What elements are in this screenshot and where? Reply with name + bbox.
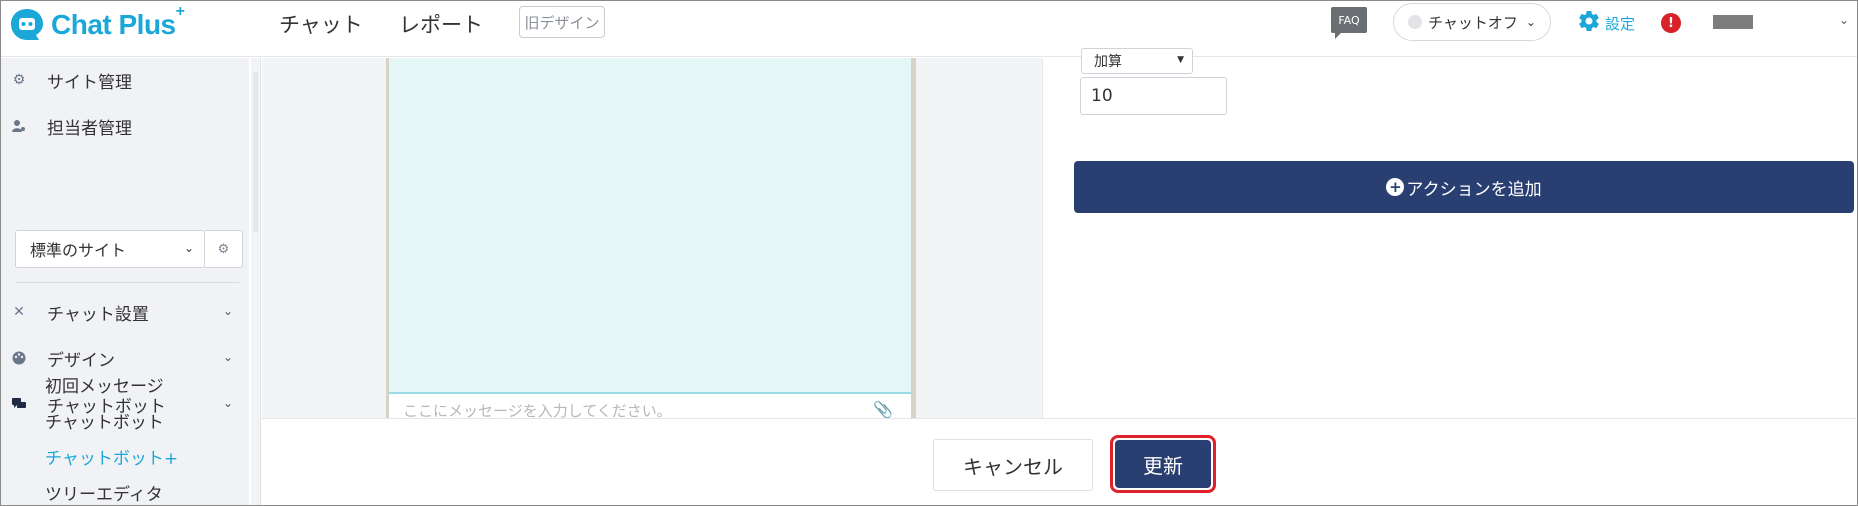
chevron-down-icon: ▼ bbox=[1177, 55, 1184, 65]
user-name-redacted[interactable] bbox=[1713, 15, 1753, 29]
sidebar-scrollbar[interactable] bbox=[251, 58, 261, 505]
sidebar-subitem-chatbot-plus[interactable]: チャットボット+ bbox=[45, 444, 178, 469]
sidebar-item-label: デザイン bbox=[47, 350, 115, 371]
sidebar-item-staff-management[interactable]: 担当者管理 bbox=[1, 108, 249, 144]
update-button[interactable]: 更新 bbox=[1115, 440, 1211, 488]
chat-preview-window: ここにメッセージを入力してください。 📎 bbox=[386, 58, 916, 422]
sidebar-item-site-management[interactable]: ⚙ サイト管理 bbox=[1, 62, 249, 98]
chevron-down-icon: ⌄ bbox=[1525, 15, 1536, 29]
logo-text: Chat Plus+ bbox=[51, 3, 185, 40]
palette-icon bbox=[11, 350, 27, 366]
chevron-down-icon[interactable]: ⌄ bbox=[1839, 13, 1849, 27]
top-header: Chat Plus+ チャット レポート 旧デザイン FAQ チャットオフ ⌄ … bbox=[1, 1, 1857, 57]
add-action-label: アクションを追加 bbox=[1406, 179, 1542, 200]
user-gear-icon bbox=[11, 118, 27, 134]
alert-icon[interactable]: ! bbox=[1661, 13, 1681, 33]
gear-icon bbox=[1577, 9, 1601, 37]
chevron-down-icon: ⌄ bbox=[222, 304, 233, 318]
chatplus-logo-icon bbox=[9, 7, 45, 43]
sidebar-subitem-first-message[interactable]: 初回メッセージ bbox=[45, 372, 164, 397]
sidebar-subitem-chatbot[interactable]: チャットボット bbox=[45, 408, 164, 433]
value-input[interactable]: 10 bbox=[1080, 77, 1227, 115]
tools-icon: ✕ bbox=[13, 304, 25, 320]
chat-status-label: チャットオフ bbox=[1428, 13, 1518, 32]
nav-chat[interactable]: チャット bbox=[279, 9, 363, 39]
settings-label: 設定 bbox=[1605, 14, 1636, 33]
sidebar-item-label: 担当者管理 bbox=[47, 118, 132, 139]
site-settings-gear-icon[interactable]: ⚙ bbox=[205, 230, 243, 268]
scrollbar-thumb[interactable] bbox=[253, 72, 258, 232]
sidebar-item-label: サイト管理 bbox=[47, 72, 132, 93]
sidebar-divider bbox=[15, 282, 239, 283]
chevron-down-icon: ⌄ bbox=[222, 350, 233, 364]
preview-area: ここにメッセージを入力してください。 📎 bbox=[262, 58, 1042, 422]
main-content: ここにメッセージを入力してください。 📎 加算 ▼ 10 + アクションを追加 … bbox=[262, 48, 1857, 505]
sidebar-item-design[interactable]: デザイン ⌄ bbox=[1, 340, 249, 376]
sidebar: ⚙ サイト管理 担当者管理 標準のサイト ⌄ ⚙ ✕ チャット設置 ⌄ デザイン… bbox=[1, 58, 249, 505]
nav-report[interactable]: レポート bbox=[399, 9, 483, 39]
chevron-down-icon: ⌄ bbox=[222, 396, 233, 410]
action-settings-panel: 加算 ▼ 10 + アクションを追加 bbox=[1042, 48, 1857, 418]
calculation-select[interactable]: 加算 ▼ bbox=[1081, 48, 1193, 74]
settings-link[interactable]: 設定 bbox=[1577, 9, 1635, 37]
add-action-button[interactable]: + アクションを追加 bbox=[1074, 161, 1854, 213]
sidebar-item-label: チャット設置 bbox=[47, 304, 149, 325]
calculation-select-value: 加算 bbox=[1094, 54, 1122, 70]
site-select-value: 標準のサイト bbox=[30, 241, 127, 260]
logo[interactable]: Chat Plus+ bbox=[9, 3, 185, 45]
status-dot-icon bbox=[1408, 15, 1422, 29]
site-select[interactable]: 標準のサイト ⌄ bbox=[15, 230, 205, 268]
app-window: Chat Plus+ チャット レポート 旧デザイン FAQ チャットオフ ⌄ … bbox=[0, 0, 1858, 506]
chat-status-dropdown[interactable]: チャットオフ ⌄ bbox=[1393, 3, 1551, 41]
footer-actions: キャンセル 更新 bbox=[262, 418, 1857, 505]
paperclip-icon[interactable]: 📎 bbox=[873, 400, 893, 419]
gears-icon: ⚙ bbox=[12, 72, 26, 88]
plus-circle-icon: + bbox=[1386, 178, 1405, 196]
chevron-down-icon: ⌄ bbox=[183, 241, 194, 255]
old-design-button[interactable]: 旧デザイン bbox=[519, 6, 605, 38]
chat-bubbles-icon bbox=[11, 396, 27, 412]
sidebar-item-chat-install[interactable]: ✕ チャット設置 ⌄ bbox=[1, 294, 249, 330]
cancel-button[interactable]: キャンセル bbox=[933, 439, 1093, 491]
sidebar-subitem-tree-editor[interactable]: ツリーエディタ bbox=[45, 480, 163, 505]
faq-icon[interactable]: FAQ bbox=[1331, 7, 1367, 39]
